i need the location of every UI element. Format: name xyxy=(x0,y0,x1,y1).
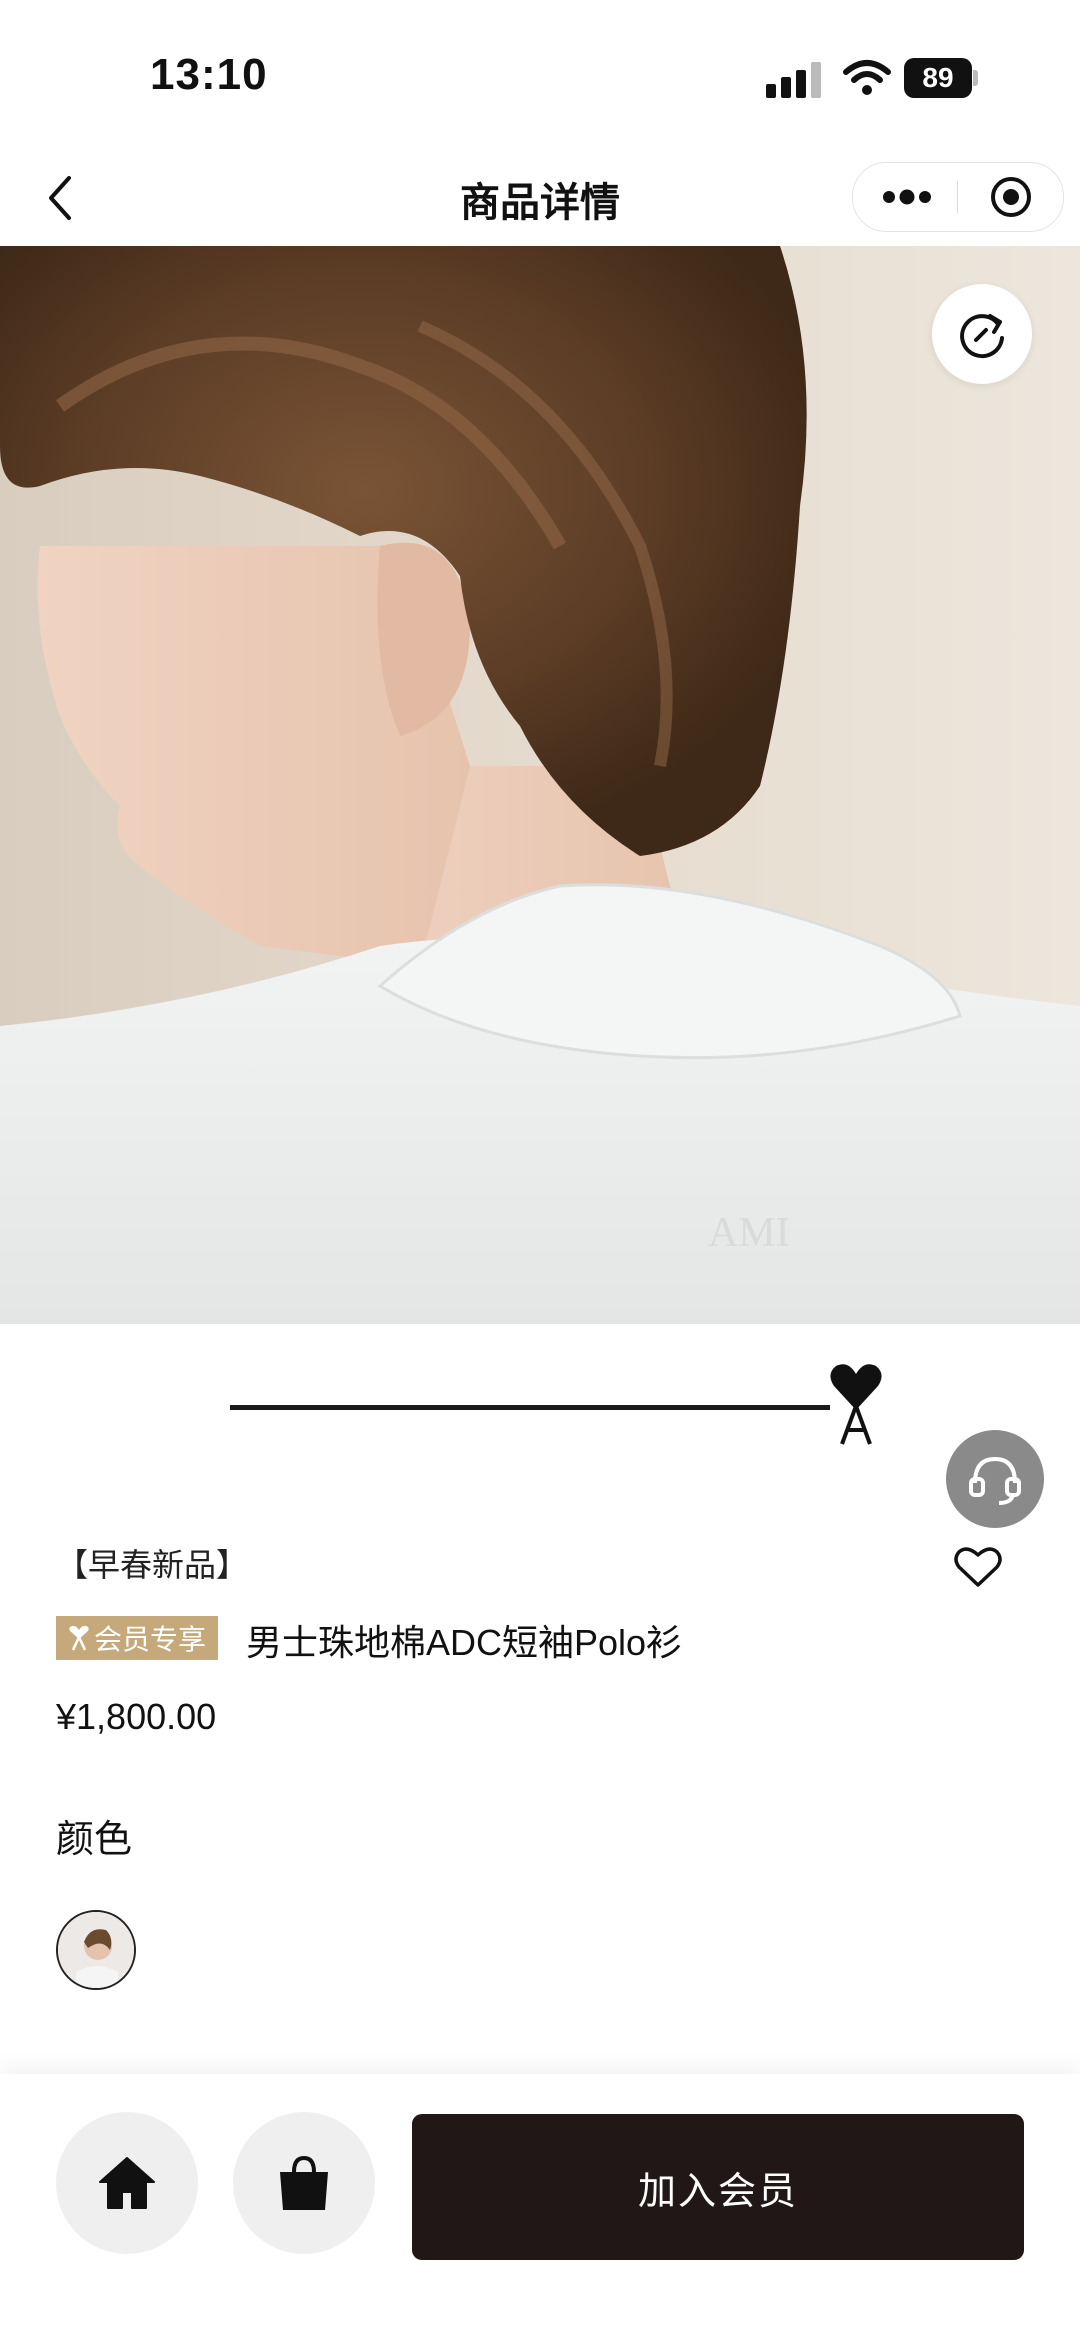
bottom-action-bar: 加入会员 xyxy=(0,2074,1080,2347)
member-exclusive-badge: 会员专享 xyxy=(56,1616,219,1660)
navigation-bar: 商品详情 xyxy=(0,150,1080,246)
product-tag: 【早春新品】 xyxy=(56,1547,249,1583)
shopping-bag-icon xyxy=(280,2155,328,2210)
model-photo: AMI xyxy=(0,246,1080,1324)
shopping-bag-button[interactable] xyxy=(233,2112,375,2254)
status-bar: 13:10 89 xyxy=(0,0,1080,150)
mini-program-capsule xyxy=(852,162,1064,232)
crown-icon xyxy=(69,1625,89,1651)
battery-level: 89 xyxy=(904,58,972,98)
color-section-label: 颜色 xyxy=(56,1819,133,1861)
home-icon xyxy=(99,2157,155,2209)
product-hero-image[interactable]: AMI xyxy=(0,246,1080,1324)
headset-icon xyxy=(969,1456,1021,1505)
swatch-thumbnail xyxy=(58,1912,134,1988)
more-button[interactable] xyxy=(875,173,939,221)
cellular-signal-icon xyxy=(766,62,821,98)
member-badge-label: 会员专享 xyxy=(94,1624,207,1655)
carousel-progress-line xyxy=(230,1405,830,1410)
embroidered-logo: AMI xyxy=(708,1210,790,1256)
target-circle-icon xyxy=(991,177,1031,217)
product-price: ¥1,800.00 xyxy=(56,1696,217,1737)
color-swatch[interactable] xyxy=(56,1910,136,1990)
wifi-icon xyxy=(843,60,891,95)
ami-heart-logo-icon xyxy=(830,1364,882,1445)
heart-outline-icon xyxy=(954,1547,1002,1587)
customer-service-button[interactable] xyxy=(946,1430,1044,1528)
home-button[interactable] xyxy=(56,2112,198,2254)
share-button[interactable] xyxy=(932,284,1032,384)
share-refresh-icon xyxy=(960,314,1004,359)
status-time: 13:10 xyxy=(150,50,268,99)
battery-indicator: 89 xyxy=(904,58,978,98)
back-button[interactable] xyxy=(30,168,90,228)
product-name: 男士珠地棉ADC短袖Polo衫 xyxy=(246,1622,683,1663)
battery-cap xyxy=(973,70,978,86)
close-mini-program-button[interactable] xyxy=(981,173,1041,221)
chevron-left-icon xyxy=(49,176,71,220)
capsule-divider xyxy=(957,181,958,213)
favorite-button[interactable] xyxy=(950,1542,1006,1592)
join-membership-button[interactable]: 加入会员 xyxy=(412,2114,1024,2260)
more-dots-icon xyxy=(883,189,931,205)
